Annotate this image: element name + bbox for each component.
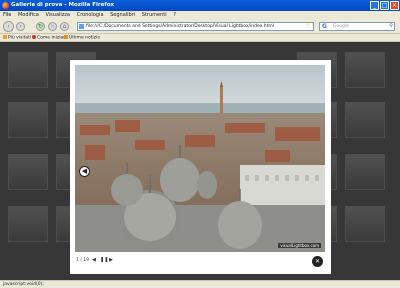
menu-cronologia[interactable]: Cronologia xyxy=(77,11,104,19)
bookmark-most-visited[interactable]: Più visitati xyxy=(3,35,31,42)
menu-modifica[interactable]: Modifica xyxy=(18,11,39,19)
watermark-label: visualLightbox.com xyxy=(278,243,321,248)
menu-file[interactable]: File xyxy=(3,11,11,19)
bookmark-getting-started[interactable]: Come iniziare xyxy=(32,35,68,42)
back-button[interactable]: ‹ xyxy=(3,21,14,32)
url-text: file:///C:/Documents and Settings/Admini… xyxy=(86,24,275,29)
firefox-bookmark-icon xyxy=(32,35,36,39)
search-placeholder: Google xyxy=(333,24,349,29)
bookmark-latest-news[interactable]: Ultime notizie xyxy=(64,35,100,42)
google-engine-icon[interactable]: G xyxy=(322,23,327,30)
slideshow-next-icon[interactable]: ▶ xyxy=(109,257,113,263)
menu-bar: File Modifica Visualizza Cronologia Segn… xyxy=(0,11,400,19)
previous-image-button[interactable]: ◀ xyxy=(79,166,90,177)
status-bar: javascript:void(0); xyxy=(0,280,400,288)
page-content: visualLightbox.com ◀ 1 / 19 ◀ ❚❚ ▶ ✕ xyxy=(0,42,400,280)
home-button[interactable]: ⌂ xyxy=(60,22,69,31)
reload-button[interactable]: ↻ xyxy=(36,22,45,31)
maximize-button[interactable]: □ xyxy=(380,1,389,10)
bookmark-label: Ultime notizie xyxy=(69,35,101,41)
menu-visualizza[interactable]: Visualizza xyxy=(45,11,70,19)
lightbox-window: visualLightbox.com ◀ 1 / 19 ◀ ❚❚ ▶ ✕ xyxy=(70,60,331,274)
image-counter: 1 / 19 xyxy=(76,258,89,263)
minimize-button[interactable]: _ xyxy=(370,1,379,10)
folder-icon xyxy=(3,35,7,39)
menu-strumenti[interactable]: Strumenti xyxy=(142,11,167,19)
bookmark-label: Più visitati xyxy=(8,35,32,41)
menu-segnalibri[interactable]: Segnalibri xyxy=(110,11,135,19)
bookmark-star-icon[interactable]: ☆ xyxy=(305,22,310,29)
search-input[interactable]: G Google ⚲ xyxy=(319,22,395,31)
slideshow-pause-icon[interactable]: ❚❚ xyxy=(100,257,108,263)
menu-help[interactable]: ? xyxy=(173,11,176,19)
slideshow-prev-icon[interactable]: ◀ xyxy=(92,257,96,263)
lightbox-close-button[interactable]: ✕ xyxy=(312,256,323,267)
page-favicon-icon xyxy=(79,24,84,29)
rss-icon xyxy=(64,35,68,39)
window-title: Galleria di prova - Mozilla Firefox xyxy=(11,2,115,8)
navigation-toolbar: ‹ › ↻ × ⌂ file:///C:/Documents and Setti… xyxy=(0,19,400,34)
venice-photo-image xyxy=(75,65,325,252)
forward-button[interactable]: › xyxy=(16,22,25,31)
title-bar: Galleria di prova - Mozilla Firefox _ □ … xyxy=(0,0,400,11)
firefox-logo-icon xyxy=(2,2,9,9)
bookmarks-toolbar: Più visitati Come iniziare Ultime notizi… xyxy=(0,34,400,42)
lightbox-photo[interactable]: visualLightbox.com xyxy=(75,65,325,252)
url-input[interactable]: file:///C:/Documents and Settings/Admini… xyxy=(77,22,314,31)
close-window-button[interactable]: × xyxy=(390,1,399,10)
search-icon[interactable]: ⚲ xyxy=(389,23,393,30)
stop-button[interactable]: × xyxy=(48,22,57,31)
